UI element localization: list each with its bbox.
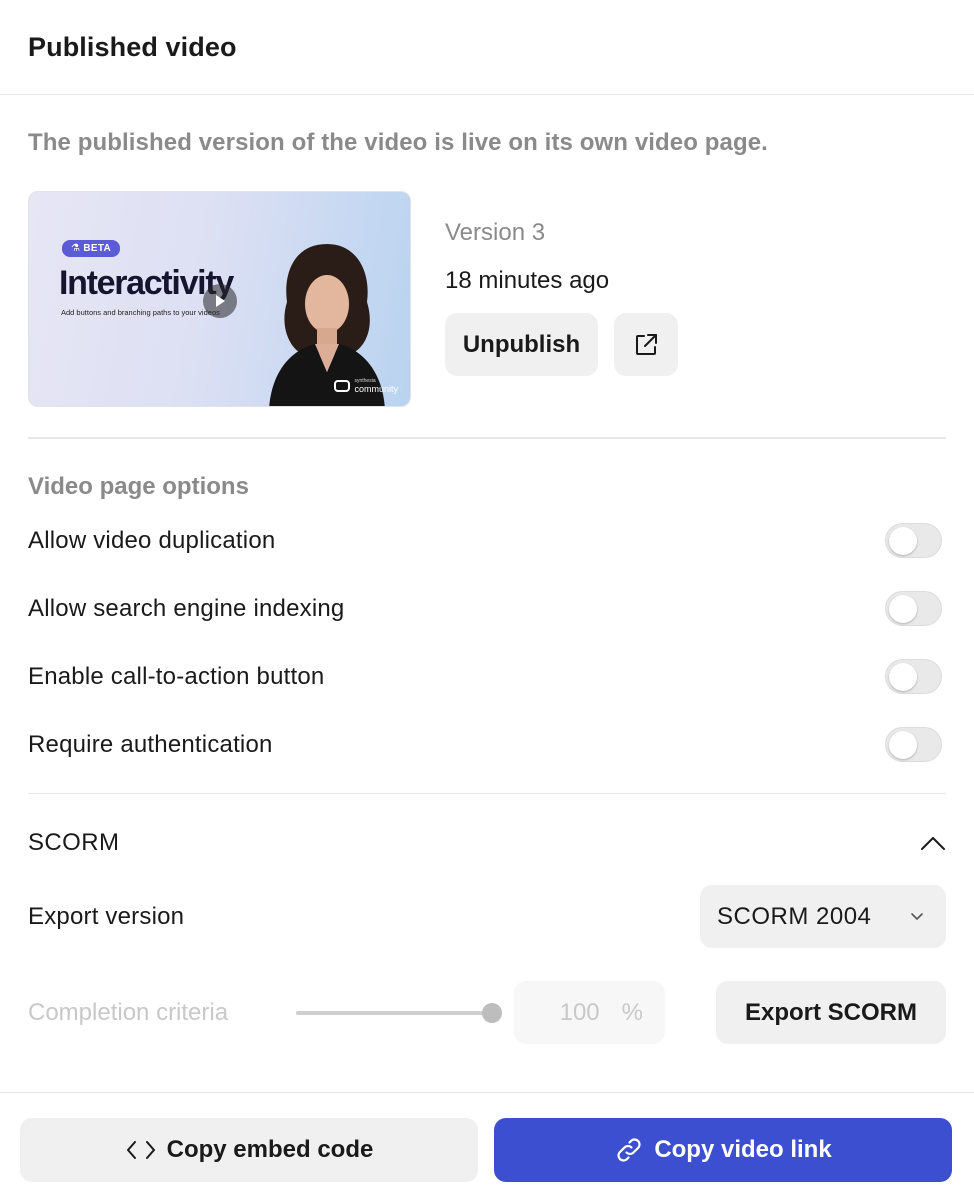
completion-criteria-row: Completion criteria 100 % Export SCORM (28, 981, 946, 1044)
code-icon (126, 1141, 155, 1159)
option-label: Allow search engine indexing (28, 594, 345, 622)
dialog-body: The published version of the video is li… (0, 129, 974, 1044)
option-label: Require authentication (28, 730, 273, 758)
slider-track (296, 1010, 494, 1015)
version-label: Version 3 (445, 219, 546, 246)
slider-handle[interactable] (482, 1002, 502, 1023)
completion-value: 100 (559, 998, 600, 1026)
dialog-title: Published video (28, 31, 237, 62)
copy-embed-label: Copy embed code (166, 1136, 374, 1163)
export-version-select[interactable]: SCORM 2004 (700, 885, 946, 948)
copy-embed-code-button[interactable]: Copy embed code (20, 1118, 478, 1182)
options-list: Allow video duplication Allow search eng… (28, 507, 946, 779)
toggle-allow-duplication[interactable] (885, 523, 942, 558)
version-meta: Version 3 18 minutes ago Unpublish (445, 191, 678, 376)
dialog-header: Published video (0, 0, 974, 95)
option-cta-button: Enable call-to-action button (28, 643, 946, 711)
options-title: Video page options (28, 472, 249, 500)
link-icon (617, 1138, 641, 1162)
divider (28, 437, 946, 439)
chevron-up-icon[interactable] (920, 835, 946, 851)
unpublish-button[interactable]: Unpublish (445, 313, 598, 376)
export-version-row: Export version SCORM 2004 (28, 885, 946, 948)
published-version: ⚗ BETA Interactivity Add buttons and bra… (28, 191, 946, 407)
export-version-value: SCORM 2004 (717, 902, 872, 930)
copy-video-link-button[interactable]: Copy video link (494, 1118, 952, 1182)
toggle-search-indexing[interactable] (885, 591, 942, 626)
completion-input[interactable]: 100 % (514, 981, 665, 1044)
completion-unit: % (621, 998, 643, 1026)
scorm-title: SCORM (28, 828, 120, 856)
completion-slider[interactable] (296, 998, 504, 1028)
option-allow-duplication: Allow video duplication (28, 507, 946, 575)
intro-text: The published version of the video is li… (28, 129, 768, 156)
export-version-label: Export version (28, 902, 185, 930)
scorm-section-header[interactable]: SCORM (28, 794, 946, 891)
dialog-footer: Copy embed code Copy video link (0, 1092, 974, 1204)
option-require-auth: Require authentication (28, 711, 946, 779)
completion-label: Completion criteria (28, 998, 229, 1026)
video-thumbnail[interactable]: ⚗ BETA Interactivity Add buttons and bra… (28, 191, 411, 407)
play-icon[interactable] (203, 284, 237, 318)
export-scorm-button[interactable]: Export SCORM (716, 981, 946, 1044)
option-label: Enable call-to-action button (28, 662, 325, 690)
brand-logo: synthesia community (334, 378, 398, 394)
published-time: 18 minutes ago (445, 267, 610, 294)
chevron-down-icon (911, 913, 923, 920)
option-search-indexing: Allow search engine indexing (28, 575, 946, 643)
toggle-cta-button[interactable] (885, 659, 942, 694)
open-video-page-button[interactable] (614, 313, 678, 376)
toggle-require-auth[interactable] (885, 727, 942, 762)
beta-badge: ⚗ BETA (62, 240, 121, 257)
external-link-icon (636, 333, 657, 355)
option-label: Allow video duplication (28, 526, 276, 554)
thumbnail-subtitle: Add buttons and branching paths to your … (61, 308, 220, 317)
copy-link-label: Copy video link (654, 1136, 832, 1163)
